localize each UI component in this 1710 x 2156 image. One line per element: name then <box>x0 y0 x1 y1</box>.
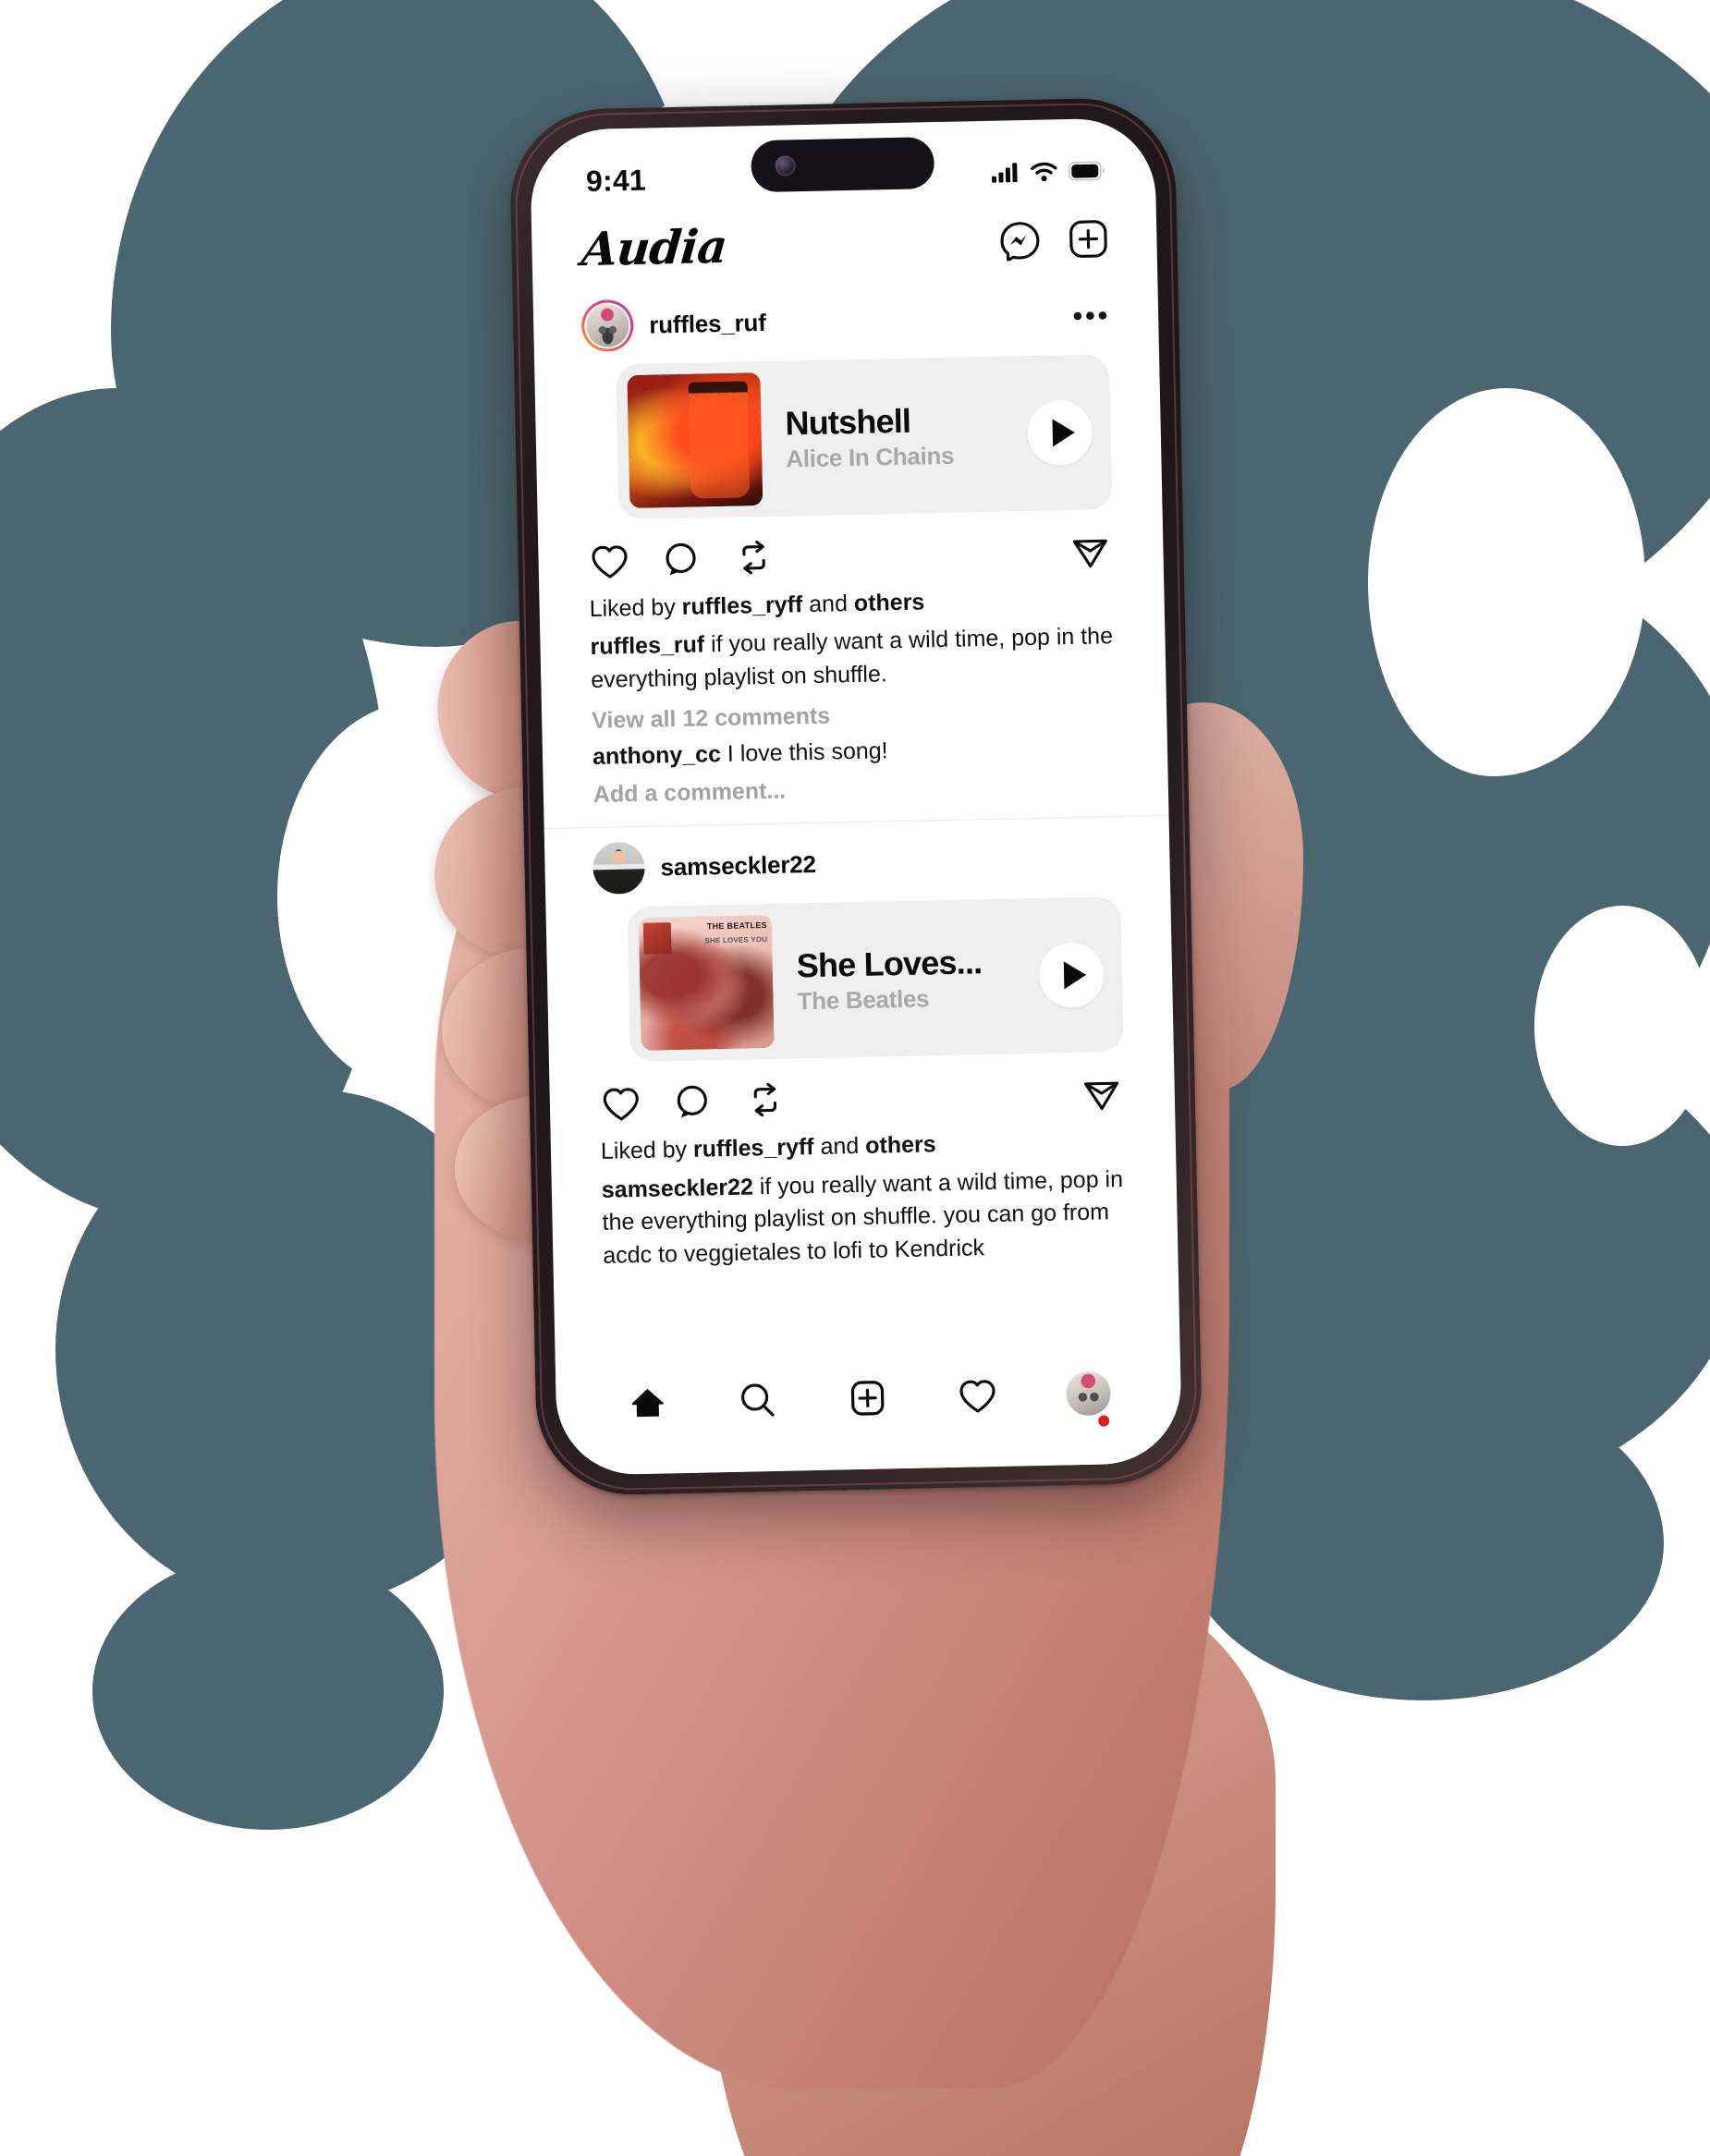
signal-bars-icon <box>992 162 1020 183</box>
avatar[interactable] <box>580 298 634 353</box>
song-title: Nutshell <box>785 401 911 443</box>
post-username[interactable]: samseckler22 <box>660 850 816 883</box>
avatar[interactable] <box>592 842 646 895</box>
comment-item: anthony_cc I love this song! <box>592 737 888 771</box>
profile-avatar-icon <box>1065 1370 1111 1417</box>
post-header: ruffles_ruf ••• <box>532 274 1159 362</box>
song-artist: Alice In Chains <box>786 441 955 473</box>
post-body: Liked by ruffles_ryff and others ruffles… <box>539 571 1168 822</box>
app-header: Audia <box>531 197 1158 286</box>
album-song-name: SHE LOVES YOU <box>704 935 768 945</box>
dynamic-island <box>751 137 935 193</box>
notification-dot <box>1097 1415 1109 1427</box>
repost-icon[interactable] <box>732 537 776 580</box>
heart-icon[interactable] <box>588 540 631 583</box>
dog-avatar-image <box>585 304 629 347</box>
post-body: Liked by ruffles_ryff and others samseck… <box>550 1114 1178 1286</box>
status-bar: 9:41 <box>530 117 1156 210</box>
song-artist: The Beatles <box>797 984 930 1016</box>
song-card[interactable]: Nutshell Alice In Chains <box>616 354 1113 520</box>
view-comments-link[interactable]: View all 12 comments <box>592 697 1115 735</box>
nav-search[interactable] <box>736 1379 779 1422</box>
nav-home[interactable] <box>627 1381 670 1424</box>
heart-icon[interactable] <box>599 1082 642 1126</box>
post-options-button[interactable]: ••• <box>1072 300 1110 332</box>
share-icon[interactable] <box>1080 1072 1123 1115</box>
status-indicators <box>992 160 1105 183</box>
person-avatar-image <box>592 842 646 895</box>
post-caption: samseckler22 if you really want a wild t… <box>601 1165 1124 1269</box>
play-button[interactable] <box>1038 942 1105 1009</box>
post-actions <box>549 1051 1175 1127</box>
bottom-navigation <box>555 1344 1183 1476</box>
play-button[interactable] <box>1027 399 1093 467</box>
feed-post: samseckler22 THE BEATLES SHE LOVES YOU S… <box>544 815 1179 1292</box>
nav-activity[interactable] <box>956 1374 999 1418</box>
likes-summary[interactable]: Liked by ruffles_ryff and others <box>589 581 1113 626</box>
messenger-icon[interactable] <box>999 219 1041 262</box>
album-cover <box>627 372 763 509</box>
song-title: She Loves... <box>796 942 983 985</box>
phone-screen: 9:41 Audia ruffles_ruf ••• Nutshell Alic… <box>529 117 1183 1476</box>
song-card[interactable]: THE BEATLES SHE LOVES YOU She Loves... T… <box>627 896 1124 1063</box>
feed-post: ruffles_ruf ••• Nutshell Alice In Chains <box>532 274 1168 828</box>
smartphone-device: 9:41 Audia ruffles_ruf ••• Nutshell Alic… <box>508 96 1203 1497</box>
comment-icon[interactable] <box>660 538 703 581</box>
wifi-icon <box>1031 161 1057 182</box>
status-time: 9:41 <box>585 163 647 198</box>
likes-summary[interactable]: Liked by ruffles_ryff and others <box>601 1124 1125 1168</box>
screenshot-scene: 9:41 Audia ruffles_ruf ••• Nutshell Alic… <box>0 0 1710 2156</box>
play-icon <box>1063 961 1086 990</box>
nav-profile[interactable] <box>1065 1370 1111 1427</box>
share-icon[interactable] <box>1069 530 1112 573</box>
add-comment-input[interactable]: Add a comment... <box>593 771 1117 809</box>
post-actions <box>538 508 1164 584</box>
comment-icon[interactable] <box>671 1081 715 1125</box>
album-band-name: THE BEATLES <box>706 920 768 932</box>
plus-box-icon[interactable] <box>1068 218 1109 260</box>
app-logo[interactable]: Audia <box>580 219 728 276</box>
feed-list[interactable]: ruffles_ruf ••• Nutshell Alice In Chains <box>532 274 1179 1358</box>
post-header: samseckler22 <box>544 816 1171 905</box>
battery-full-icon <box>1068 160 1105 181</box>
album-cover: THE BEATLES SHE LOVES YOU <box>638 915 775 1052</box>
repost-icon[interactable] <box>743 1079 787 1123</box>
post-caption: ruffles_ruf if you really want a wild ti… <box>590 623 1114 693</box>
nav-create[interactable] <box>846 1376 889 1419</box>
play-icon <box>1051 418 1075 447</box>
post-username[interactable]: ruffles_ruf <box>649 308 766 339</box>
front-camera-icon <box>775 155 796 177</box>
